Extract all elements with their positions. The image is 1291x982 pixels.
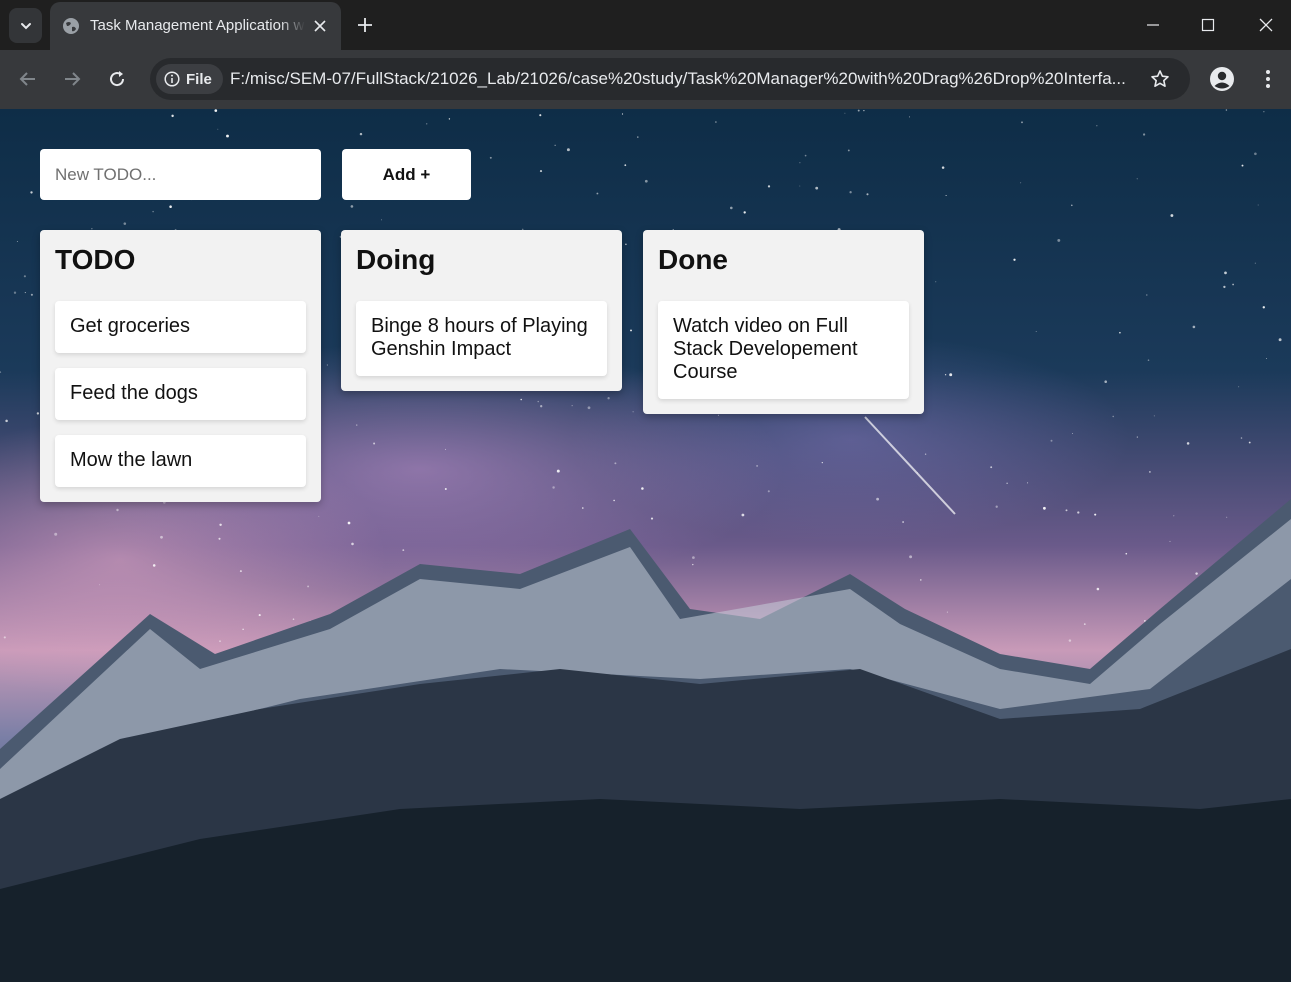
site-chip-label: File	[186, 70, 212, 88]
tab-strip: Task Management Application w	[0, 0, 1291, 50]
close-window-button[interactable]	[1251, 10, 1281, 40]
minimize-icon	[1147, 24, 1159, 26]
browser-menu-button[interactable]	[1258, 66, 1278, 92]
url-text[interactable]: F:/misc/SEM-07/FullStack/21026_Lab/21026…	[230, 69, 1135, 89]
column-title: Done	[658, 244, 728, 275]
browser-toolbar: File F:/misc/SEM-07/FullStack/21026_Lab/…	[0, 50, 1291, 109]
page-viewport: Add + TODO Get groceries Feed the dogs M…	[0, 109, 1291, 982]
tab-title: Task Management Application w	[90, 17, 305, 34]
site-info-button[interactable]: File	[156, 64, 223, 94]
reload-icon	[110, 71, 125, 87]
globe-icon	[63, 18, 79, 34]
maximize-icon	[1201, 18, 1215, 32]
reload-button[interactable]	[104, 66, 130, 92]
close-tab-icon[interactable]	[310, 16, 330, 36]
task-card[interactable]: Watch video on Full Stack Developement C…	[658, 301, 909, 399]
info-icon	[164, 71, 180, 87]
task-card[interactable]: Binge 8 hours of Playing Genshin Impact	[356, 301, 607, 376]
column-title: TODO	[55, 244, 136, 275]
arrow-right-icon	[65, 72, 81, 86]
new-tab-button[interactable]	[354, 14, 376, 36]
task-card[interactable]: Mow the lawn	[55, 435, 306, 487]
minimize-button[interactable]	[1138, 10, 1168, 40]
task-card[interactable]: Get groceries	[55, 301, 306, 353]
more-vertical-icon	[1266, 70, 1270, 88]
column-doing: Doing Binge 8 hours of Playing Genshin I…	[341, 230, 622, 391]
close-icon	[1259, 18, 1273, 32]
profile-avatar-icon[interactable]	[1209, 66, 1235, 92]
bookmark-star-icon[interactable]	[1148, 67, 1172, 91]
back-button[interactable]	[15, 66, 41, 92]
column-title: Doing	[356, 244, 436, 275]
column-todo: TODO Get groceries Feed the dogs Mow the…	[40, 230, 321, 502]
address-bar[interactable]: File F:/misc/SEM-07/FullStack/21026_Lab/…	[150, 58, 1190, 100]
add-todo-button[interactable]: Add +	[342, 149, 471, 200]
plus-icon	[358, 18, 372, 32]
tab-search-button[interactable]	[9, 8, 42, 43]
forward-button[interactable]	[59, 66, 85, 92]
column-done: Done Watch video on Full Stack Developem…	[643, 230, 924, 414]
browser-tab[interactable]: Task Management Application w	[50, 2, 341, 50]
new-todo-input[interactable]	[40, 149, 321, 200]
task-card[interactable]: Feed the dogs	[55, 368, 306, 420]
arrow-left-icon	[19, 72, 35, 86]
chevron-down-icon	[20, 22, 31, 29]
maximize-button[interactable]	[1193, 10, 1223, 40]
